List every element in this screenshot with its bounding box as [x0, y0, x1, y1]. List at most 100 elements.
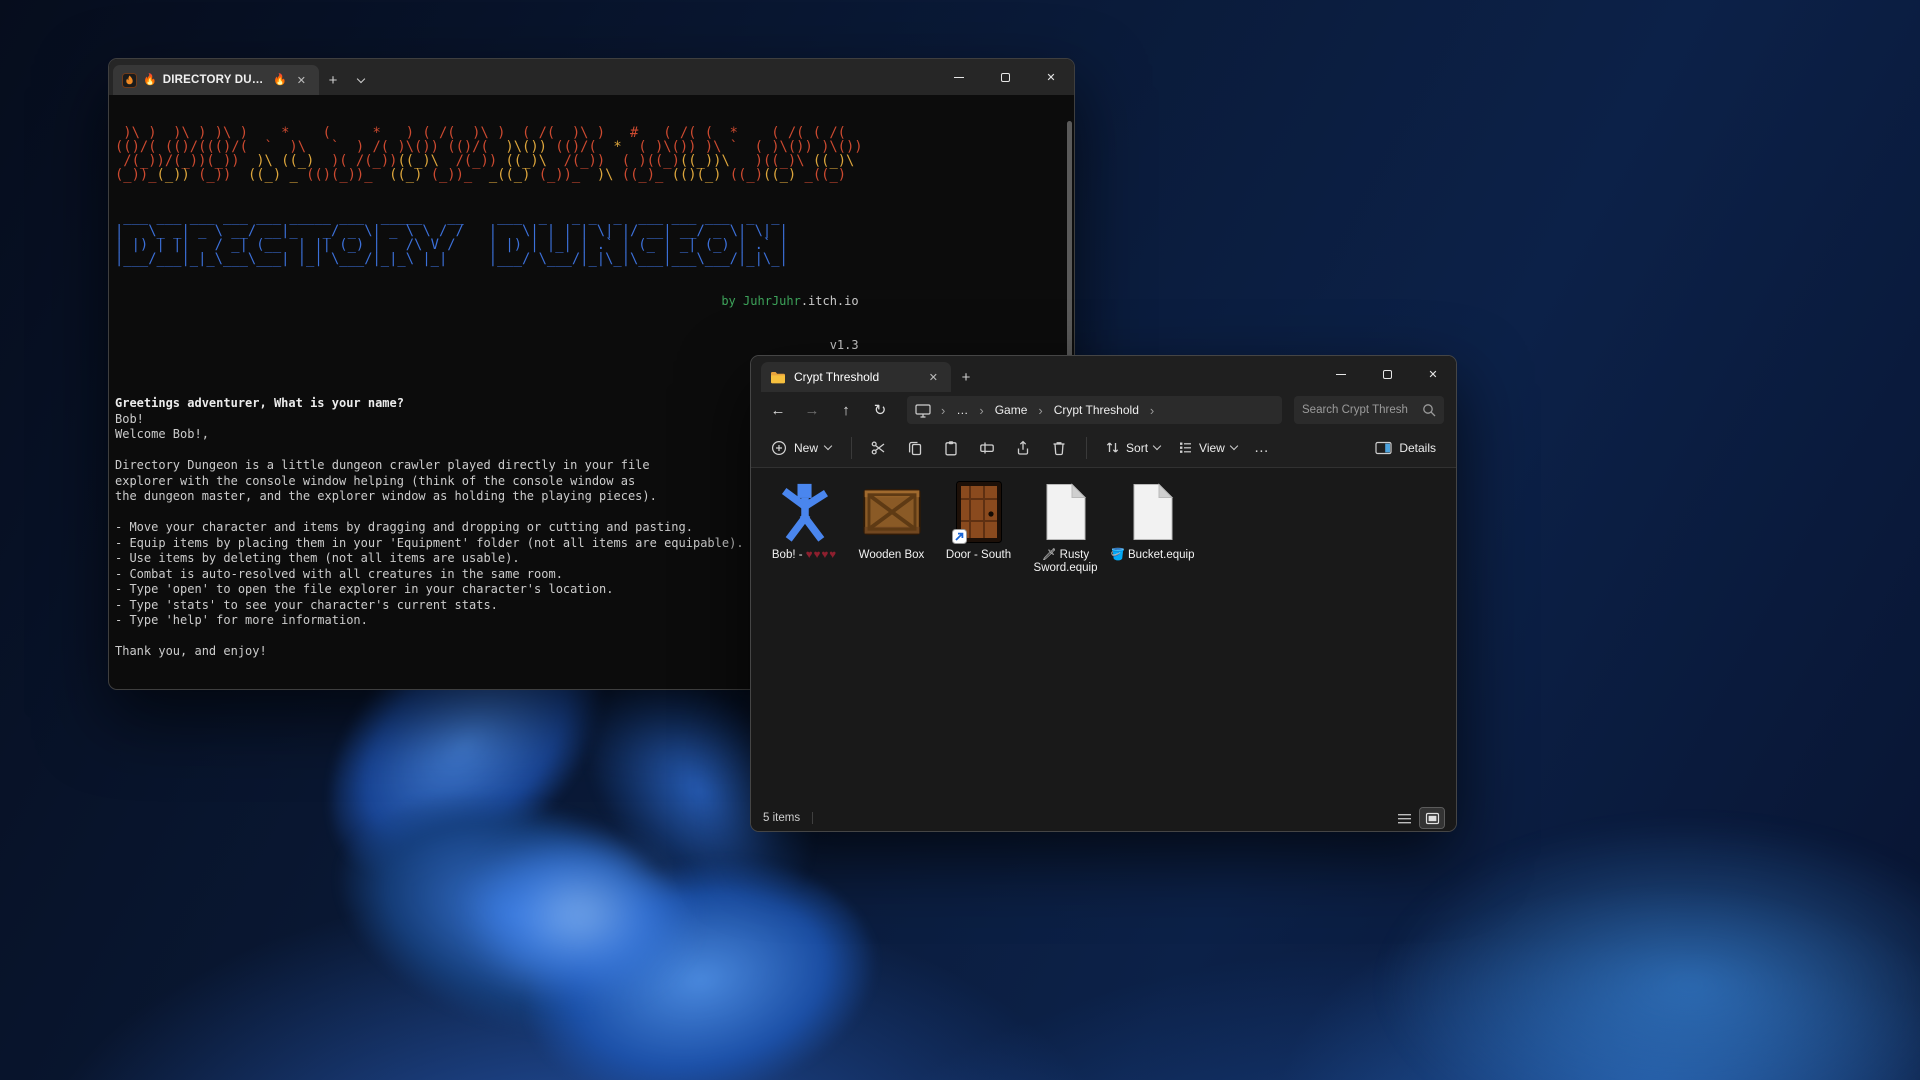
- wallpaper-glow: [1380, 820, 1920, 1080]
- byline-author: JuhrJuhr: [743, 294, 801, 308]
- explorer-tab[interactable]: Crypt Threshold ✕: [761, 362, 951, 392]
- breadcrumb-chevron[interactable]: ›: [975, 403, 987, 418]
- terminal-maximize-button[interactable]: [982, 59, 1028, 95]
- health-hearts: ♥♥♥♥: [806, 549, 837, 561]
- address-bar[interactable]: › … › Game › Crypt Threshold ›: [907, 396, 1282, 424]
- explorer-maximize-button[interactable]: [1364, 356, 1410, 392]
- cut-button[interactable]: [862, 433, 896, 463]
- terminal-tab-favicon: [122, 73, 137, 88]
- crate-icon: [848, 480, 935, 544]
- banner-flames: )\ ) )\ ) )\ ) * ( * ) ( /( )\ ) ( /( )\…: [115, 126, 863, 182]
- terminal-tab[interactable]: 🔥 DIRECTORY DUNGEON 🔥 ✕: [113, 65, 319, 95]
- sort-button[interactable]: Sort: [1097, 434, 1168, 461]
- file-item[interactable]: 🪣 Bucket.equip: [1109, 476, 1196, 562]
- document-icon: [1022, 480, 1109, 544]
- explorer-titlebar[interactable]: Crypt Threshold ✕ + ✕: [751, 356, 1456, 392]
- folder-icon: [770, 371, 786, 384]
- view-grid-icon: [1178, 440, 1193, 455]
- file-label: Door - South: [935, 549, 1022, 562]
- byline-domain: .itch.io: [801, 294, 859, 308]
- terminal-titlebar[interactable]: 🔥 DIRECTORY DUNGEON 🔥 ✕ + ✕: [109, 59, 1074, 95]
- explorer-window: Crypt Threshold ✕ + ✕ ← → ↑ ↻ › … ›: [750, 355, 1457, 832]
- chevron-down-icon: [824, 442, 832, 450]
- explorer-status-bar: 5 items: [751, 805, 1456, 831]
- up-button[interactable]: ↑: [831, 396, 861, 424]
- version-label: v1.3: [115, 338, 863, 354]
- thumbnail-view-toggle[interactable]: [1420, 808, 1444, 828]
- more-options-button[interactable]: …: [1247, 433, 1277, 463]
- explorer-navbar: ← → ↑ ↻ › … › Game › Crypt Threshold ›: [751, 392, 1456, 428]
- breadcrumb-chevron[interactable]: ›: [1034, 403, 1046, 418]
- byline: by JuhrJuhr.itch.io: [115, 294, 863, 310]
- details-button-label: Details: [1399, 441, 1436, 455]
- document-icon: [1109, 480, 1196, 544]
- banner-flame-line: )\ ) )\ ) )\ ) * ( * ) ( /( )\ ) ( /( )\…: [115, 126, 863, 140]
- file-grid[interactable]: Bob! - ♥♥♥♥Wooden BoxDoor - South🗡 Rusty…: [751, 468, 1456, 805]
- shortcut-arrow-overlay-icon: [952, 529, 967, 544]
- refresh-button[interactable]: ↻: [865, 396, 895, 424]
- file-item[interactable]: Wooden Box: [848, 476, 935, 562]
- view-toggles: [1392, 808, 1444, 828]
- explorer-close-button[interactable]: ✕: [1410, 356, 1456, 392]
- wallpaper-bloom-core: [470, 830, 690, 1000]
- maximize-icon: [1383, 370, 1392, 379]
- search-input[interactable]: [1302, 404, 1416, 416]
- terminal-new-tab-button[interactable]: +: [319, 65, 347, 95]
- banner-flame-line: (_))_(_)) (_)) ((_) _ (()(_))_ ((_) (_))…: [115, 168, 863, 182]
- file-item[interactable]: 🗡 Rusty Sword.equip: [1022, 476, 1109, 575]
- search-icon[interactable]: [1422, 403, 1436, 417]
- explorer-window-controls: ✕: [1318, 356, 1456, 392]
- this-pc-icon: [915, 403, 931, 418]
- banner-title-line: |___/___|_|_\___\___| |_| \___/|_|_\ |_|…: [115, 252, 863, 266]
- chevron-down-icon: [1230, 442, 1238, 450]
- item-count: 5 items: [763, 812, 800, 824]
- plus-circle-icon: [771, 440, 787, 456]
- maximize-icon: [1001, 73, 1010, 82]
- breadcrumb-ellipsis[interactable]: …: [951, 401, 973, 419]
- explorer-new-tab-button[interactable]: +: [951, 362, 981, 392]
- back-button[interactable]: ←: [763, 396, 793, 424]
- banner-title-line: | \_ _| _ \ __/ __|_ _/ _ \| _ \ \ / / |…: [115, 224, 863, 238]
- forward-button[interactable]: →: [797, 396, 827, 424]
- breadcrumb-item-game[interactable]: Game: [990, 401, 1033, 419]
- explorer-tab-close-icon[interactable]: ✕: [925, 369, 942, 386]
- sort-button-label: Sort: [1126, 441, 1148, 455]
- person-icon: [761, 480, 848, 544]
- details-button[interactable]: Details: [1365, 435, 1446, 461]
- file-label: Wooden Box: [848, 549, 935, 562]
- file-item[interactable]: Bob! - ♥♥♥♥: [761, 476, 848, 562]
- minimize-icon: [1336, 374, 1346, 375]
- search-box[interactable]: [1294, 396, 1444, 424]
- delete-button[interactable]: [1042, 433, 1076, 463]
- file-item[interactable]: Door - South: [935, 476, 1022, 562]
- toolbar-divider: [1086, 437, 1087, 459]
- breadcrumb-item-crypt-threshold[interactable]: Crypt Threshold: [1049, 401, 1144, 419]
- banner-title-line: | |) | || / _| (__ | || (_) | /\ V / | |…: [115, 238, 863, 252]
- banner-title-line: ___ ___ ___ ___ ___ _____ ___ _____ __ _…: [115, 210, 863, 224]
- flame-icon: 🔥: [143, 75, 157, 86]
- chevron-down-icon: [1153, 442, 1161, 450]
- terminal-minimize-button[interactable]: [936, 59, 982, 95]
- file-label: 🗡 Rusty Sword.equip: [1022, 549, 1109, 575]
- rename-button[interactable]: [970, 433, 1004, 463]
- terminal-tab-close-icon[interactable]: ✕: [293, 72, 310, 89]
- terminal-window-controls: ✕: [936, 59, 1074, 95]
- details-view-toggle[interactable]: [1392, 808, 1416, 828]
- terminal-close-button[interactable]: ✕: [1028, 59, 1074, 95]
- copy-button[interactable]: [898, 433, 932, 463]
- minimize-icon: [954, 77, 964, 78]
- new-button[interactable]: New: [761, 434, 841, 462]
- view-button[interactable]: View: [1170, 434, 1245, 461]
- desktop-wallpaper: 🔥 DIRECTORY DUNGEON 🔥 ✕ + ✕ )\ ) )\ ) )\…: [0, 0, 1920, 1080]
- explorer-command-bar: New: [751, 428, 1456, 468]
- details-pane-icon: [1375, 441, 1392, 455]
- breadcrumb-chevron[interactable]: ›: [1146, 403, 1158, 418]
- door-icon: [935, 480, 1022, 544]
- terminal-tab-dropdown-button[interactable]: [347, 65, 375, 95]
- share-button[interactable]: [1006, 433, 1040, 463]
- explorer-minimize-button[interactable]: [1318, 356, 1364, 392]
- view-button-label: View: [1199, 441, 1225, 455]
- breadcrumb-chevron[interactable]: ›: [937, 403, 949, 418]
- paste-button[interactable]: [934, 433, 968, 463]
- chevron-down-icon: [357, 74, 365, 82]
